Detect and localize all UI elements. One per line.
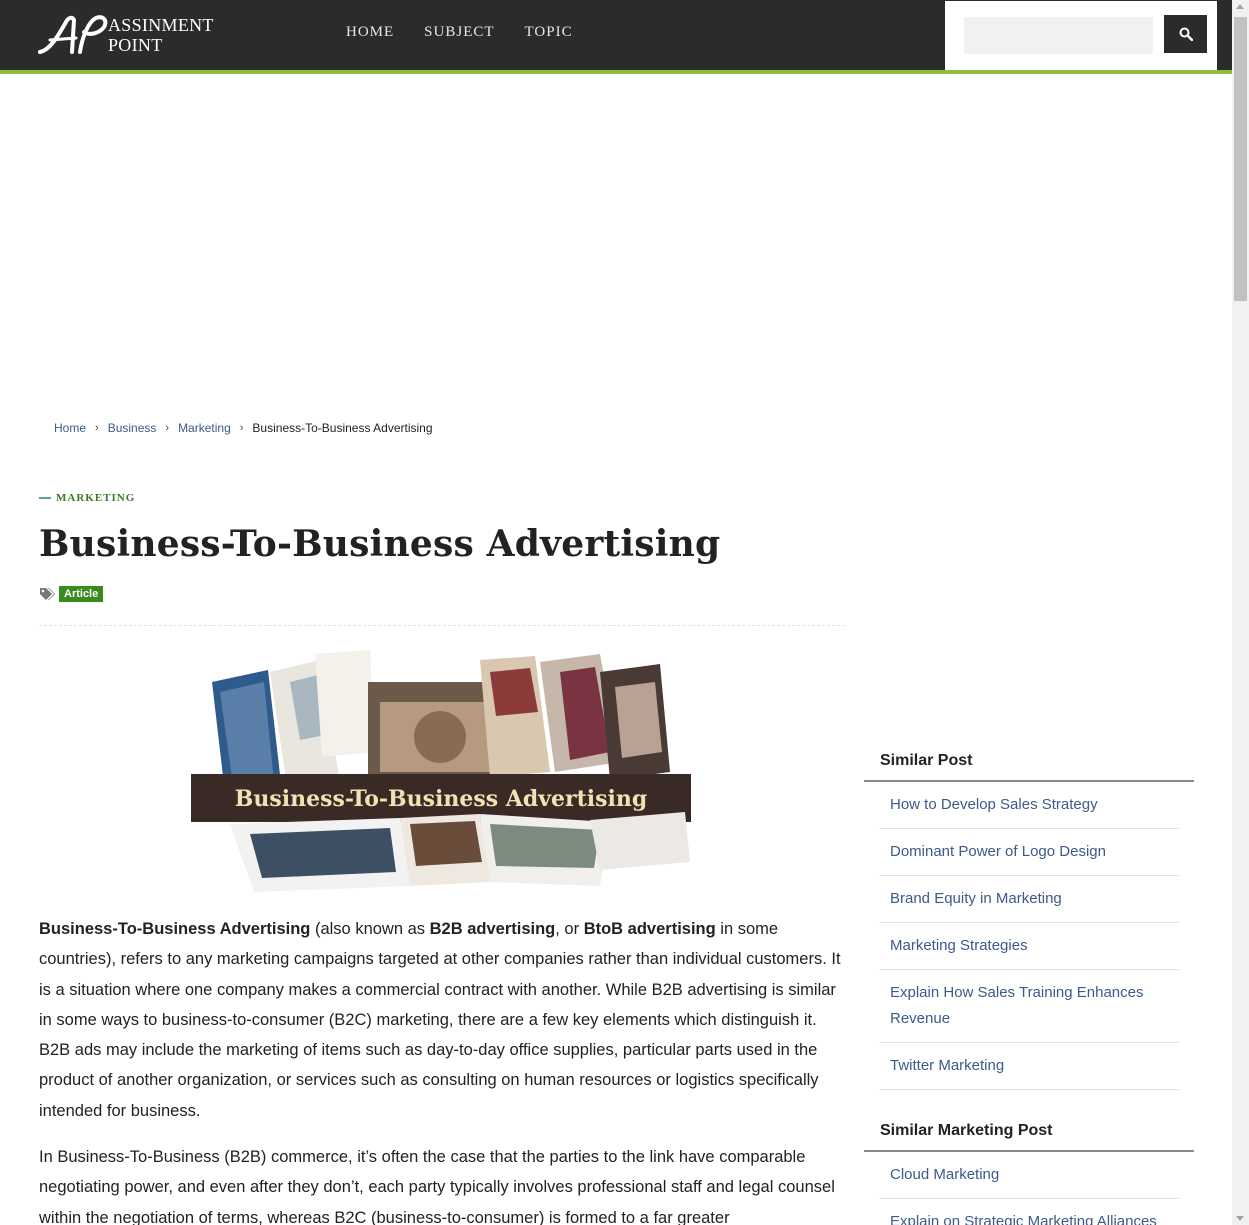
logo-line-1: ASSINMENT <box>108 15 214 35</box>
tags: Article <box>39 586 104 602</box>
p1-text-b: , or <box>555 920 584 938</box>
similar-post-link[interactable]: Brand Equity in Marketing <box>890 890 1062 907</box>
article-body: Business-To-Business Advertising (also k… <box>39 914 849 1225</box>
scrollbar[interactable] <box>1232 0 1249 1225</box>
list-item: How to Develop Sales Strategy <box>879 782 1179 829</box>
term-btob: BtoB advertising <box>583 920 716 938</box>
nav-home[interactable]: HOME <box>346 24 394 41</box>
list-item: Explain How Sales Training Enhances Reve… <box>879 970 1179 1043</box>
main-nav: HOME SUBJECT TOPIC <box>346 24 573 41</box>
paragraph-1: Business-To-Business Advertising (also k… <box>39 914 849 1126</box>
similar-post-link[interactable]: Dominant Power of Logo Design <box>890 843 1106 860</box>
tag-article[interactable]: Article <box>59 586 104 602</box>
article-hero-image: Business-To-Business Advertising <box>191 650 691 892</box>
similar-marketing-post-list: Cloud Marketing Explain on Strategic Mar… <box>864 1152 1194 1225</box>
similar-post-link[interactable]: Marketing Strategies <box>890 937 1028 954</box>
category-label[interactable]: MARKETING <box>39 492 135 504</box>
tags-icon <box>40 588 55 600</box>
search-button[interactable] <box>1164 15 1207 53</box>
similar-marketing-post-title: Similar Marketing Post <box>864 1122 1194 1152</box>
category-text: MARKETING <box>56 492 136 504</box>
search-input[interactable] <box>964 17 1153 54</box>
similar-marketing-post-link[interactable]: Cloud Marketing <box>890 1166 999 1183</box>
similar-marketing-post-link[interactable]: Explain on Strategic Marketing Alliances <box>890 1213 1157 1225</box>
list-item: Marketing Strategies <box>879 923 1179 970</box>
list-item: Explain on Strategic Marketing Alliances <box>879 1199 1179 1225</box>
nav-topic[interactable]: TOPIC <box>525 24 573 41</box>
divider <box>39 625 845 626</box>
p1-text-c: in some countries), refers to any market… <box>39 920 841 1120</box>
search-box <box>945 1 1217 70</box>
paragraph-2: In Business-To-Business (B2B) commerce, … <box>39 1148 835 1225</box>
logo-text: ASSINMENT POINT <box>108 15 214 55</box>
scroll-down-arrow-icon[interactable] <box>1236 1216 1244 1221</box>
term-b2b-advertising: Business-To-Business Advertising <box>39 920 311 938</box>
similar-post-link[interactable]: Twitter Marketing <box>890 1057 1004 1074</box>
scroll-up-arrow-icon[interactable] <box>1236 4 1244 9</box>
list-item: Brand Equity in Marketing <box>879 876 1179 923</box>
list-item: Cloud Marketing <box>879 1152 1179 1199</box>
p1-text-a: (also known as <box>310 920 430 938</box>
chevron-right-icon: › <box>95 422 99 434</box>
term-b2b: B2B advertising <box>429 920 556 938</box>
list-item: Dominant Power of Logo Design <box>879 829 1179 876</box>
similar-post-title: Similar Post <box>864 752 1194 782</box>
logo-line-2: POINT <box>108 35 163 55</box>
hero-image-caption: Business-To-Business Advertising <box>235 786 647 812</box>
chevron-right-icon: › <box>165 422 170 434</box>
breadcrumb-current: Business-To-Business Advertising <box>252 421 433 435</box>
similar-post-link[interactable]: How to Develop Sales Strategy <box>890 796 1098 813</box>
site-header: ASSINMENT POINT HOME SUBJECT TOPIC <box>0 0 1232 70</box>
similar-marketing-post-widget: Similar Marketing Post Cloud Marketing E… <box>864 1122 1194 1225</box>
breadcrumb-home[interactable]: Home <box>54 421 86 435</box>
breadcrumb-marketing[interactable]: Marketing <box>178 421 231 435</box>
similar-post-widget: Similar Post How to Develop Sales Strate… <box>864 752 1194 1090</box>
site-logo[interactable]: ASSINMENT POINT <box>36 12 236 58</box>
scroll-thumb[interactable] <box>1234 17 1247 301</box>
nav-subject[interactable]: SUBJECT <box>424 24 494 41</box>
similar-post-link[interactable]: Explain How Sales Training Enhances Reve… <box>890 984 1143 1027</box>
header-accent-line <box>0 70 1232 74</box>
breadcrumb-business[interactable]: Business <box>108 421 157 435</box>
similar-post-list: How to Develop Sales Strategy Dominant P… <box>864 782 1194 1090</box>
chevron-right-icon: › <box>239 422 244 434</box>
breadcrumb: Home › Business › Marketing › Business-T… <box>54 421 433 435</box>
page-title: Business-To-Business Advertising <box>39 523 721 565</box>
search-icon <box>1179 27 1193 41</box>
logo-mark <box>38 15 108 54</box>
category-dash <box>39 497 51 499</box>
list-item: Twitter Marketing <box>879 1043 1179 1090</box>
